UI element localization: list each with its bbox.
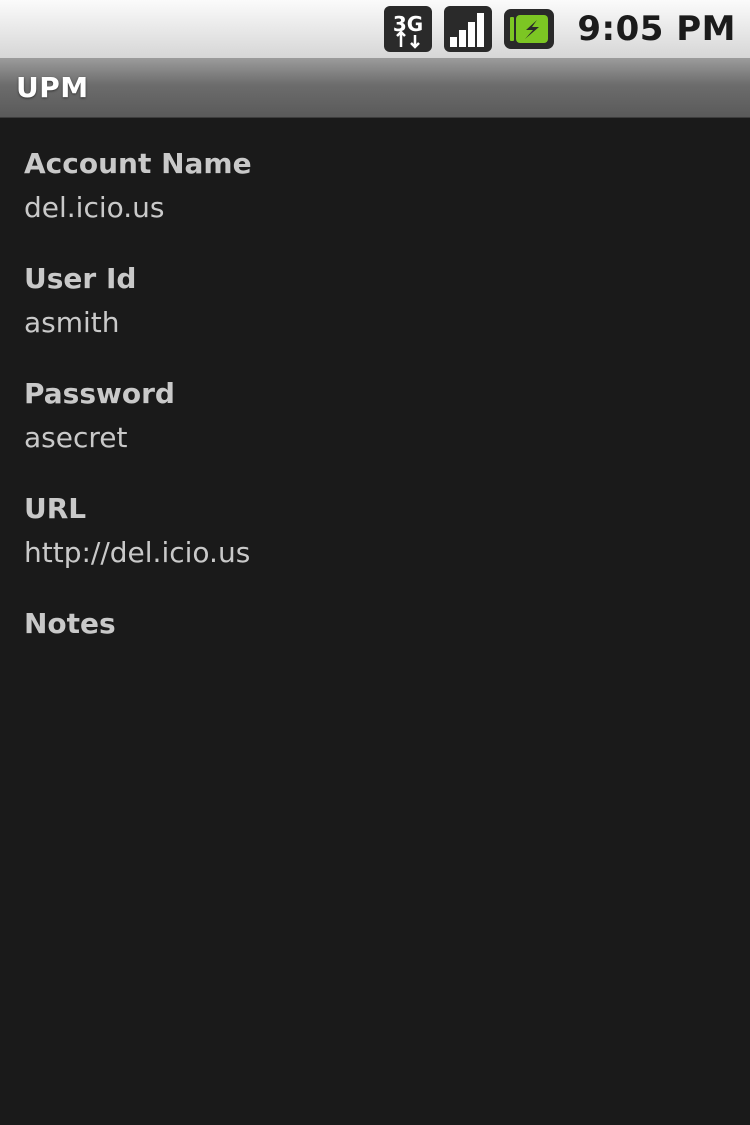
status-clock: 9:05 PM — [577, 9, 736, 49]
status-icons: 3G 9:05 PM — [383, 0, 736, 58]
3g-data-icon: 3G — [383, 5, 433, 53]
app-title: UPM — [16, 71, 89, 104]
password-field: Password asecret — [24, 374, 724, 489]
title-bar: UPM — [0, 59, 750, 118]
user-id-value[interactable]: asmith — [24, 299, 724, 347]
notes-field: Notes — [24, 604, 724, 719]
account-name-label: Account Name — [24, 147, 252, 180]
status-bar: 3G 9:05 PM — [0, 0, 750, 59]
screen: 3G 9:05 PM UPM Account Name del.icio.us … — [0, 0, 750, 1125]
network-type-label: 3G — [393, 12, 423, 36]
account-name-field: Account Name del.icio.us — [24, 144, 724, 259]
signal-strength-icon — [443, 5, 493, 53]
password-label: Password — [24, 377, 175, 410]
password-value[interactable]: asecret — [24, 414, 724, 462]
user-id-field: User Id asmith — [24, 259, 724, 374]
url-field: URL http://del.icio.us — [24, 489, 724, 604]
url-label: URL — [24, 492, 87, 525]
url-value[interactable]: http://del.icio.us — [24, 529, 724, 577]
notes-label: Notes — [24, 607, 116, 640]
battery-charging-icon — [503, 5, 555, 53]
user-id-label: User Id — [24, 262, 137, 295]
account-details: Account Name del.icio.us User Id asmith … — [24, 144, 724, 719]
account-name-value[interactable]: del.icio.us — [24, 184, 724, 232]
